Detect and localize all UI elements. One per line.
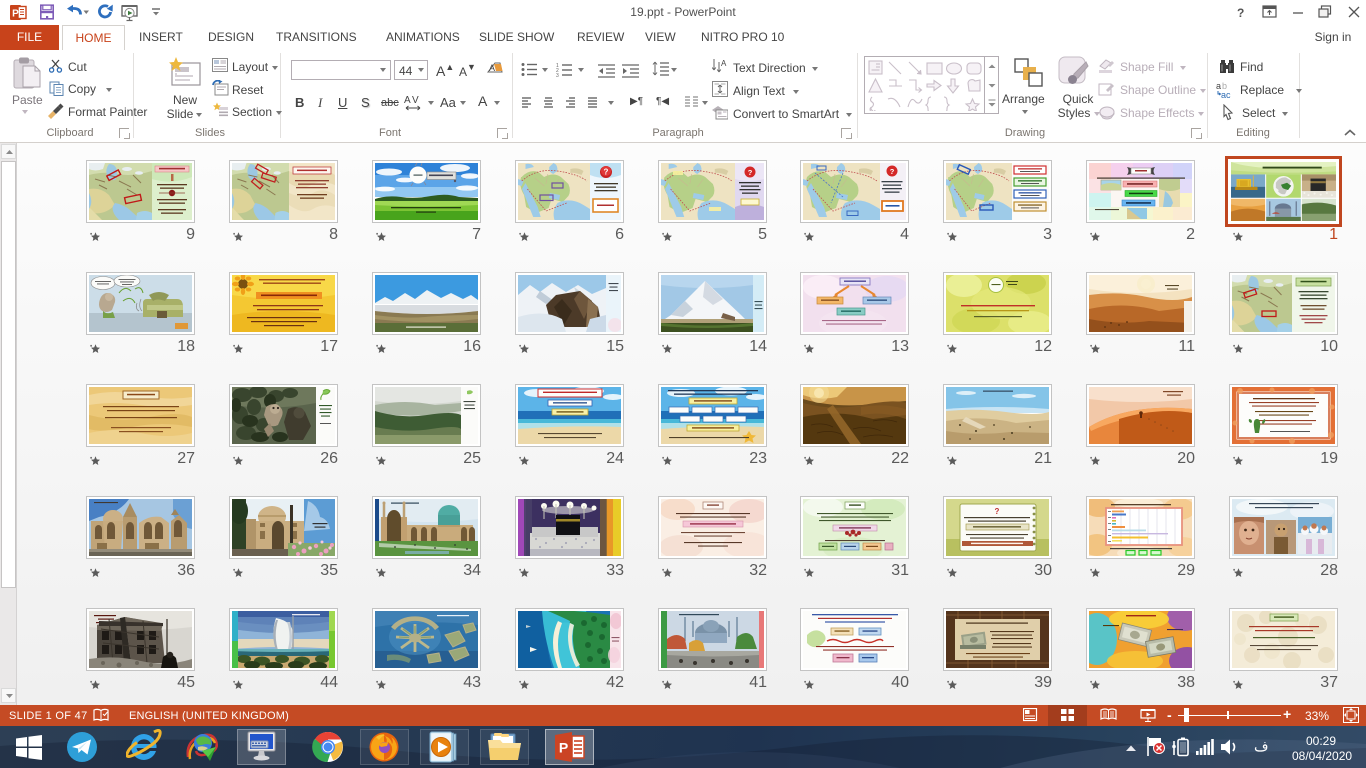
- svg-text:P: P: [559, 740, 568, 756]
- svg-text:?: ?: [1237, 6, 1244, 20]
- svg-text:?: ?: [604, 168, 609, 177]
- svg-text:A: A: [404, 95, 411, 106]
- svg-text:P: P: [12, 9, 19, 20]
- svg-text:?: ?: [995, 507, 1000, 516]
- svg-text:ac: ac: [1221, 90, 1231, 99]
- svg-text:A: A: [489, 63, 495, 73]
- svg-text:?: ?: [890, 167, 895, 176]
- svg-text:?: ?: [748, 168, 753, 177]
- svg-text:V: V: [412, 95, 419, 106]
- svg-text:A: A: [721, 59, 727, 68]
- svg-text:3: 3: [556, 73, 559, 78]
